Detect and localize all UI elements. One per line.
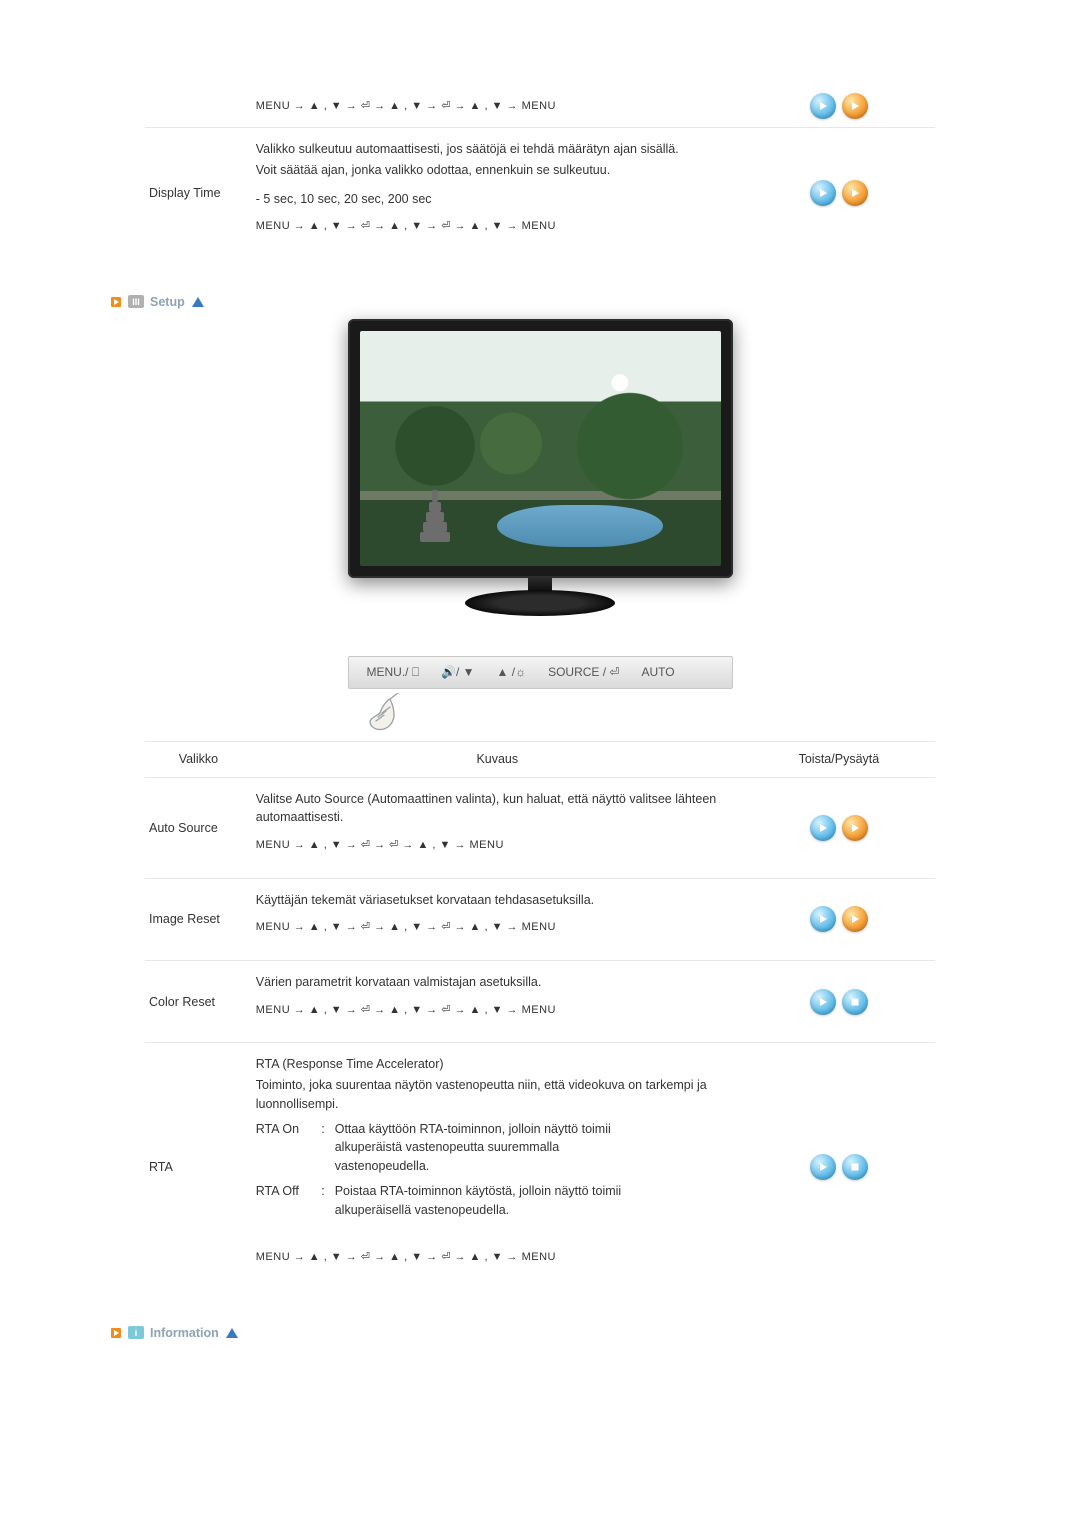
row-label: Auto Source — [145, 777, 252, 878]
nav-seq: MENU → ▲ , ▼ → ⏎ → ▲ , ▼ → ⏎ → ▲ , ▼ → M… — [256, 1002, 739, 1020]
play-orange-icon[interactable] — [842, 93, 868, 119]
bar-item: 🔊/ ▼ — [441, 665, 475, 679]
col-header: Toista/Pysäytä — [743, 741, 935, 777]
row-label: Image Reset — [145, 878, 252, 960]
desc-text: Valikko sulkeutuu automaattisesti, jos s… — [256, 140, 739, 159]
colon: : — [321, 1182, 331, 1201]
bullet-icon — [110, 1327, 122, 1339]
section-heading-information: i Information — [110, 1326, 1080, 1340]
desc-title: RTA (Response Time Accelerator) — [256, 1055, 739, 1074]
monitor-button-bar: MENU./ ⎕ 🔊/ ▼ ▲ /☼ SOURCE / ⏎ AUTO — [348, 656, 733, 689]
nav-seq: MENU → ▲ , ▼ → ⏎ → ▲ , ▼ → ⏎ → ▲ , ▼ → M… — [256, 100, 556, 112]
play-icon[interactable] — [810, 1154, 836, 1180]
desc-text: Toiminto, joka suurentaa näytön vastenop… — [256, 1076, 739, 1114]
play-icon[interactable] — [810, 989, 836, 1015]
desc-text: Valitse Auto Source (Automaattinen valin… — [256, 790, 739, 828]
play-orange-icon[interactable] — [842, 180, 868, 206]
nav-seq: MENU → ▲ , ▼ → ⏎ → ▲ , ▼ → ⏎ → ▲ , ▼ → M… — [256, 1249, 739, 1267]
stop-icon[interactable] — [842, 989, 868, 1015]
top-settings-table: MENU → ▲ , ▼ → ⏎ → ▲ , ▼ → ⏎ → ▲ , ▼ → M… — [145, 85, 935, 259]
bar-item: ▲ /☼ — [497, 665, 527, 679]
col-header: Valikko — [145, 741, 252, 777]
options-text: - 5 sec, 10 sec, 20 sec, 200 sec — [256, 190, 739, 209]
row-label: RTA — [145, 1043, 252, 1290]
play-icon[interactable] — [810, 180, 836, 206]
setup-square-icon: III — [128, 295, 144, 308]
stop-icon[interactable] — [842, 1154, 868, 1180]
col-header: Kuvaus — [252, 741, 743, 777]
pointing-hand-icon — [348, 697, 733, 741]
section-title: Setup — [150, 295, 185, 309]
setup-table: Valikko Kuvaus Toista/Pysäytä Auto Sourc… — [145, 741, 935, 1290]
rta-on-label: RTA On — [256, 1120, 318, 1139]
play-icon[interactable] — [810, 815, 836, 841]
document-page: MENU → ▲ , ▼ → ⏎ → ▲ , ▼ → ⏎ → ▲ , ▼ → M… — [0, 0, 1080, 1410]
bar-item: AUTO — [642, 665, 675, 679]
desc-text: Voit säätää ajan, jonka valikko odottaa,… — [256, 161, 739, 180]
nav-seq: MENU → ▲ , ▼ → ⏎ → ▲ , ▼ → ⏎ → ▲ , ▼ → M… — [256, 218, 739, 236]
rta-off-label: RTA Off — [256, 1182, 318, 1201]
rta-on-text: Ottaa käyttöön RTA-toiminnon, jolloin nä… — [335, 1120, 655, 1176]
play-orange-icon[interactable] — [842, 906, 868, 932]
section-title: Information — [150, 1326, 219, 1340]
nav-seq: MENU → ▲ , ▼ → ⏎ → ▲ , ▼ → ⏎ → ▲ , ▼ → M… — [256, 919, 739, 937]
play-orange-icon[interactable] — [842, 815, 868, 841]
desc-text: Värien parametrit korvataan valmistajan … — [256, 973, 739, 992]
bar-item: MENU./ ⎕ — [367, 665, 420, 680]
bullet-icon — [110, 296, 122, 308]
row-label: Display Time — [145, 128, 252, 259]
section-heading-setup: III Setup — [110, 295, 1080, 309]
monitor-illustration — [348, 319, 733, 616]
up-arrow-icon[interactable] — [225, 1327, 239, 1339]
colon: : — [321, 1120, 331, 1139]
bar-item: SOURCE / ⏎ — [548, 665, 619, 679]
row-label: Color Reset — [145, 961, 252, 1043]
nav-seq: MENU → ▲ , ▼ → ⏎ → ⏎ → ▲ , ▼ → MENU — [256, 837, 739, 855]
info-square-icon: i — [128, 1326, 144, 1339]
desc-text: Käyttäjän tekemät väriasetukset korvataa… — [256, 891, 739, 910]
play-icon[interactable] — [810, 906, 836, 932]
rta-off-text: Poistaa RTA-toiminnon käytöstä, jolloin … — [335, 1182, 655, 1220]
up-arrow-icon[interactable] — [191, 296, 205, 308]
play-icon[interactable] — [810, 93, 836, 119]
